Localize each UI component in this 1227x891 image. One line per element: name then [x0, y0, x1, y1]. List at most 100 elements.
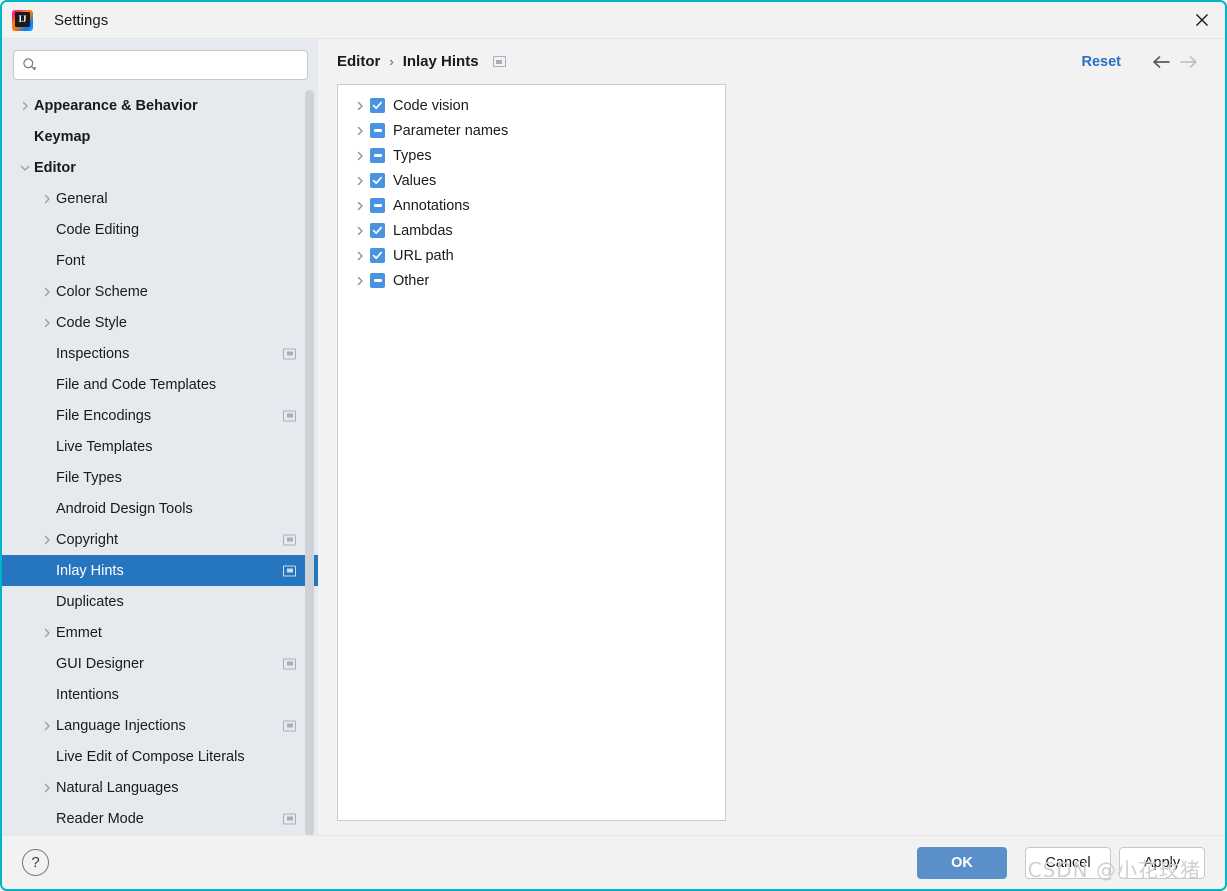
sidebar-item-code-editing[interactable]: Code Editing — [2, 214, 318, 245]
chevron-right-icon[interactable] — [38, 721, 56, 731]
search-icon — [23, 58, 37, 71]
sidebar-scrollbar-track[interactable] — [305, 90, 314, 835]
forward-button[interactable] — [1175, 48, 1203, 76]
sidebar-item-font[interactable]: Font — [2, 245, 318, 276]
search-box[interactable] — [13, 50, 308, 80]
inlay-hints-tree: Code vision Parameter names Types Values Ann… — [337, 84, 726, 821]
chevron-right-icon[interactable] — [350, 126, 370, 136]
chevron-right-icon[interactable] — [350, 201, 370, 211]
chevron-right-icon[interactable] — [350, 101, 370, 111]
checkbox-checked[interactable] — [370, 98, 385, 113]
sidebar-item-emmet[interactable]: Emmet — [2, 617, 318, 648]
close-button[interactable] — [1179, 2, 1225, 37]
chevron-right-icon[interactable] — [38, 535, 56, 545]
module-badge-icon — [283, 658, 296, 669]
sidebar-item-label: Font — [56, 252, 86, 269]
sidebar-item-label: Code Editing — [56, 221, 140, 238]
chevron-right-icon[interactable] — [38, 318, 56, 328]
sidebar-scrollbar-thumb[interactable] — [305, 90, 314, 835]
sidebar-item-live-edit-of-compose-literals[interactable]: Live Edit of Compose Literals — [2, 741, 318, 772]
ok-button[interactable]: OK — [917, 846, 1007, 879]
sidebar-item-language-injections[interactable]: Language Injections — [2, 710, 318, 741]
sidebar-item-duplicates[interactable]: Duplicates — [2, 586, 318, 617]
sidebar-item-keymap[interactable]: Keymap — [2, 121, 318, 152]
apply-button[interactable]: Apply — [1119, 846, 1205, 879]
hint-row[interactable]: Annotations — [338, 193, 725, 218]
hint-row[interactable]: Parameter names — [338, 118, 725, 143]
sidebar-item-code-style[interactable]: Code Style — [2, 307, 318, 338]
sidebar-item-file-and-code-templates[interactable]: File and Code Templates — [2, 369, 318, 400]
sidebar-item-label: Reader Mode — [56, 810, 144, 827]
checkbox-indeterminate[interactable] — [370, 148, 385, 163]
checkbox-checked[interactable] — [370, 248, 385, 263]
checkbox-indeterminate[interactable] — [370, 273, 385, 288]
help-button[interactable]: ? — [22, 849, 49, 876]
checkbox-indeterminate[interactable] — [370, 123, 385, 138]
sidebar-item-appearance-behavior[interactable]: Appearance & Behavior — [2, 90, 318, 121]
sidebar-item-file-encodings[interactable]: File Encodings — [2, 400, 318, 431]
sidebar-item-label: Live Edit of Compose Literals — [56, 748, 245, 765]
sidebar-item-file-types[interactable]: File Types — [2, 462, 318, 493]
chevron-right-icon — [44, 535, 50, 544]
chevron-right-icon[interactable] — [350, 251, 370, 261]
checkbox-checked[interactable] — [370, 223, 385, 238]
hint-row[interactable]: Types — [338, 143, 725, 168]
breadcrumb-item-inlay-hints[interactable]: Inlay Hints — [403, 53, 479, 70]
sidebar-item-label: Intentions — [56, 686, 119, 703]
chevron-right-icon[interactable] — [38, 287, 56, 297]
sidebar-item-label: Language Injections — [56, 717, 186, 734]
sidebar-item-color-scheme[interactable]: Color Scheme — [2, 276, 318, 307]
sidebar-item-general[interactable]: General — [2, 183, 318, 214]
sidebar-item-copyright[interactable]: Copyright — [2, 524, 318, 555]
chevron-right-icon[interactable] — [38, 628, 56, 638]
chevron-right-icon[interactable] — [350, 176, 370, 186]
reset-button[interactable]: Reset — [1082, 54, 1122, 70]
content-area: Code vision Parameter names Types Values Ann… — [318, 84, 1225, 835]
checkmark-icon — [372, 251, 383, 260]
back-button[interactable] — [1147, 48, 1175, 76]
hint-row[interactable]: Code vision — [338, 93, 725, 118]
chevron-down-icon[interactable] — [16, 163, 34, 173]
hint-row-label: Other — [393, 272, 430, 289]
sidebar-item-android-design-tools[interactable]: Android Design Tools — [2, 493, 318, 524]
sidebar-item-gui-designer[interactable]: GUI Designer — [2, 648, 318, 679]
hint-row[interactable]: Values — [338, 168, 725, 193]
checkmark-icon — [372, 101, 383, 110]
sidebar-item-inspections[interactable]: Inspections — [2, 338, 318, 369]
module-badge-icon — [492, 56, 506, 67]
settings-category-tree: Appearance & Behavior Keymap Editor General… — [2, 90, 318, 835]
chevron-right-icon — [44, 628, 50, 637]
checkbox-checked[interactable] — [370, 173, 385, 188]
sidebar-item-intentions[interactable]: Intentions — [2, 679, 318, 710]
sidebar-item-natural-languages[interactable]: Natural Languages — [2, 772, 318, 803]
chevron-right-icon[interactable] — [350, 226, 370, 236]
hint-row-label: Lambdas — [393, 222, 453, 239]
hint-row[interactable]: Lambdas — [338, 218, 725, 243]
sidebar-item-reader-mode[interactable]: Reader Mode — [2, 803, 318, 834]
chevron-right-icon — [357, 226, 363, 235]
chevron-right-icon — [357, 276, 363, 285]
cancel-button[interactable]: Cancel — [1025, 846, 1111, 879]
sidebar-item-label: Editor — [34, 159, 76, 176]
close-icon — [1196, 13, 1208, 26]
settings-sidebar: Appearance & Behavior Keymap Editor General… — [2, 39, 318, 835]
sidebar-item-editor[interactable]: Editor — [2, 152, 318, 183]
chevron-right-icon[interactable] — [350, 151, 370, 161]
dialog-footer: ? OK Cancel Apply CSDN @小花玫猪 — [2, 835, 1225, 889]
hint-row-label: Annotations — [393, 197, 470, 214]
chevron-right-icon[interactable] — [16, 101, 34, 111]
sidebar-item-live-templates[interactable]: Live Templates — [2, 431, 318, 462]
module-badge-icon — [283, 813, 296, 824]
title-bar: Settings — [2, 2, 1225, 39]
chevron-right-icon[interactable] — [38, 194, 56, 204]
chevron-right-icon[interactable] — [38, 783, 56, 793]
chevron-right-icon[interactable] — [350, 276, 370, 286]
sidebar-item-label: Color Scheme — [56, 283, 148, 300]
sidebar-item-inlay-hints[interactable]: Inlay Hints — [2, 555, 318, 586]
checkbox-indeterminate[interactable] — [370, 198, 385, 213]
module-badge-icon — [283, 534, 296, 545]
breadcrumb-item-editor[interactable]: Editor — [337, 53, 380, 70]
hint-row[interactable]: Other — [338, 268, 725, 293]
hint-row[interactable]: URL path — [338, 243, 725, 268]
search-input[interactable] — [43, 57, 299, 73]
